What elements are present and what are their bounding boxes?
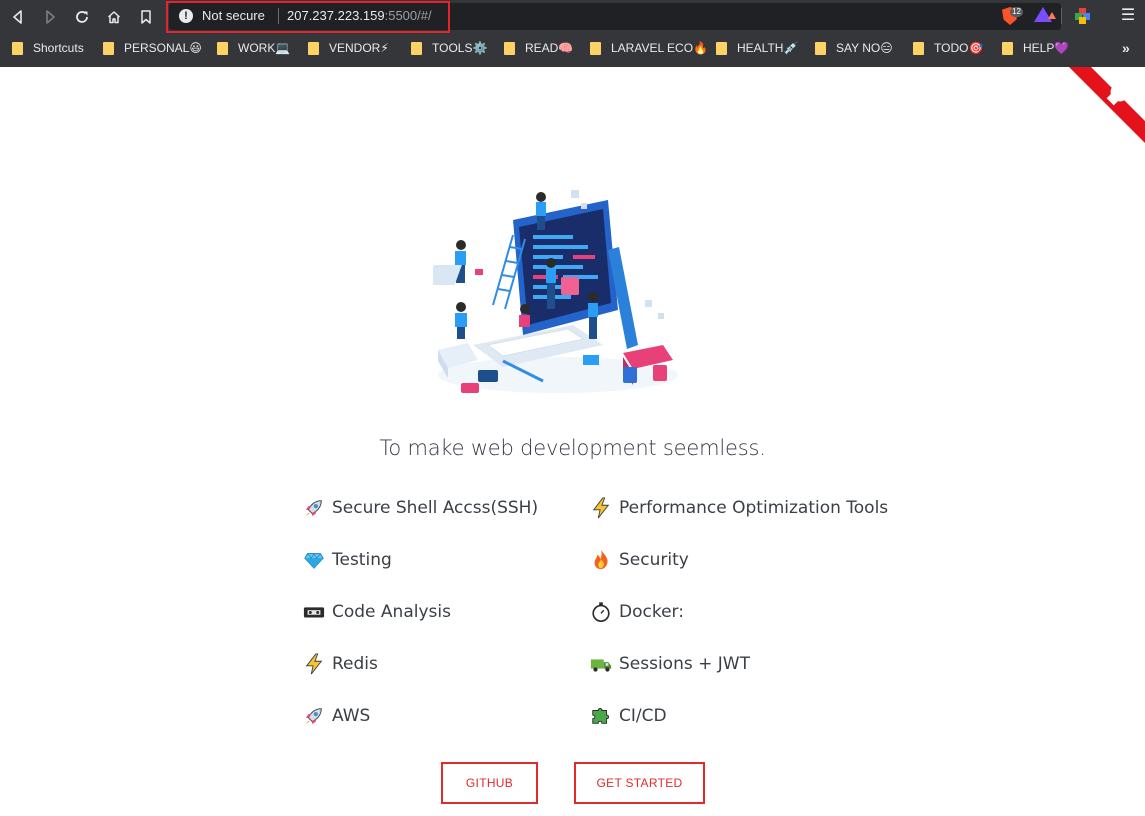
folder-icon (217, 41, 228, 55)
bookmark-work[interactable]: WORK💻 (217, 40, 290, 56)
bookmark-health[interactable]: HEALTH💉 (716, 40, 798, 56)
bookmark-label: VENDOR⚡ (329, 41, 389, 55)
extensions-divider (1061, 8, 1062, 24)
hero-illustration (426, 185, 683, 400)
feature-label: Testing (332, 550, 392, 570)
lightning-icon (589, 496, 613, 520)
feature-item-redis: Redis (302, 652, 378, 676)
puzzle-icon (589, 704, 613, 728)
bookmark-help[interactable]: HELP💜 (1002, 40, 1069, 56)
feature-label: AWS (332, 706, 371, 726)
bookmark-label: READ🧠 (525, 41, 574, 55)
feature-label: Sessions + JWT (619, 654, 750, 674)
bookmark-label: PERSONAL😃 (124, 41, 202, 55)
get-started-button[interactable]: GET STARTED (574, 762, 705, 804)
bookmark-label: HELP💜 (1023, 41, 1070, 55)
feature-label: Performance Optimization Tools (619, 498, 889, 518)
feature-label: CI/CD (619, 706, 667, 726)
bookmark-read[interactable]: READ🧠 (504, 40, 573, 56)
bookmark-label: TODO🎯 (934, 41, 984, 55)
bookmark-label: WORK💻 (238, 41, 291, 55)
bookmark-label: Shortcuts (33, 41, 84, 55)
bookmark-laravel-eco[interactable]: LARAVEL ECO🔥 (590, 40, 708, 56)
bookmark-vendor[interactable]: VENDOR⚡ (308, 40, 389, 56)
feature-item-cicd: CI/CD (589, 704, 667, 728)
feature-item-sessions: Sessions + JWT (589, 652, 750, 676)
github-button[interactable]: GITHUB (441, 762, 538, 804)
folder-icon (411, 41, 422, 55)
bookmark-label: LARAVEL ECO🔥 (611, 41, 708, 55)
brave-rewards-icon[interactable] (1034, 7, 1056, 25)
stopwatch-icon (589, 600, 613, 624)
folder-icon (913, 41, 924, 55)
back-arrow-icon[interactable] (7, 6, 29, 28)
folder-icon (815, 41, 826, 55)
feature-item-security: Security (589, 548, 689, 572)
fire-icon (589, 548, 613, 572)
bookmark-personal[interactable]: PERSONAL😃 (103, 40, 202, 56)
github-octocat-icon (1069, 67, 1145, 143)
rocket-icon (302, 496, 326, 520)
feature-item-docker: Docker: (589, 600, 684, 624)
folder-icon (308, 41, 319, 55)
url-host: 207.237.223.159 (287, 8, 385, 23)
bookmark-label: TOOLS⚙️ (432, 41, 488, 55)
feature-item-testing: Testing (302, 548, 392, 572)
feature-label: Code Analysis (332, 602, 451, 622)
folder-icon (1002, 41, 1013, 55)
bookmark-icon[interactable] (135, 6, 157, 28)
gem-icon (302, 548, 326, 572)
feature-label: Docker: (619, 602, 684, 622)
feature-label: Security (619, 550, 689, 570)
bookmark-label: HEALTH💉 (737, 41, 799, 55)
browser-chrome: ! Not secure 207.237.223.159:5500/#/ 12 … (0, 0, 1145, 67)
url-path: :5500/#/ (384, 8, 432, 23)
home-icon[interactable] (103, 6, 125, 28)
url-text[interactable]: 207.237.223.159:5500/#/ (287, 8, 432, 23)
folder-icon (103, 41, 114, 55)
menu-icon[interactable]: ☰ (1120, 6, 1136, 26)
rocket-icon (302, 704, 326, 728)
forward-arrow-icon[interactable] (39, 6, 61, 28)
feature-label: Redis (332, 654, 378, 674)
browser-toolbar: ! Not secure 207.237.223.159:5500/#/ 12 … (0, 0, 1145, 33)
feature-item-code-analysis: Code Analysis (302, 600, 451, 624)
security-label[interactable]: Not secure (202, 8, 265, 23)
bookmarks-overflow-button[interactable]: » (1122, 40, 1130, 56)
feature-item-ssh: Secure Shell Accss(SSH) (302, 496, 538, 520)
folder-icon (12, 41, 23, 55)
bookmark-say-no[interactable]: SAY NO😑 (815, 40, 893, 56)
omnibox-divider (278, 8, 279, 24)
page-tagline: To make web development seemless. (379, 436, 766, 460)
info-icon[interactable]: ! (179, 9, 193, 23)
lightning-icon (302, 652, 326, 676)
feature-label: Secure Shell Accss(SSH) (332, 498, 539, 518)
brave-shield-icon[interactable]: 12 (1002, 7, 1023, 25)
feature-item-aws: AWS (302, 704, 370, 728)
folder-icon (590, 41, 601, 55)
feature-item-performance: Performance Optimization Tools (589, 496, 888, 520)
reload-icon[interactable] (71, 6, 93, 28)
bookmark-shortcuts[interactable]: Shortcuts (12, 40, 84, 56)
extension-icon[interactable] (1074, 7, 1092, 25)
bookmarks-bar: Shortcuts PERSONAL😃 WORK💻 VENDOR⚡ TOOLS⚙… (0, 34, 1145, 62)
folder-icon (504, 41, 515, 55)
vhs-tape-icon (302, 600, 326, 624)
github-corner-link[interactable] (1069, 67, 1145, 143)
brave-shield-badge: 12 (1010, 7, 1023, 17)
bookmark-label: SAY NO😑 (836, 41, 893, 55)
folder-icon (716, 41, 727, 55)
bookmark-tools[interactable]: TOOLS⚙️ (411, 40, 487, 56)
truck-icon (589, 652, 613, 676)
bookmark-todo[interactable]: TODO🎯 (913, 40, 983, 56)
